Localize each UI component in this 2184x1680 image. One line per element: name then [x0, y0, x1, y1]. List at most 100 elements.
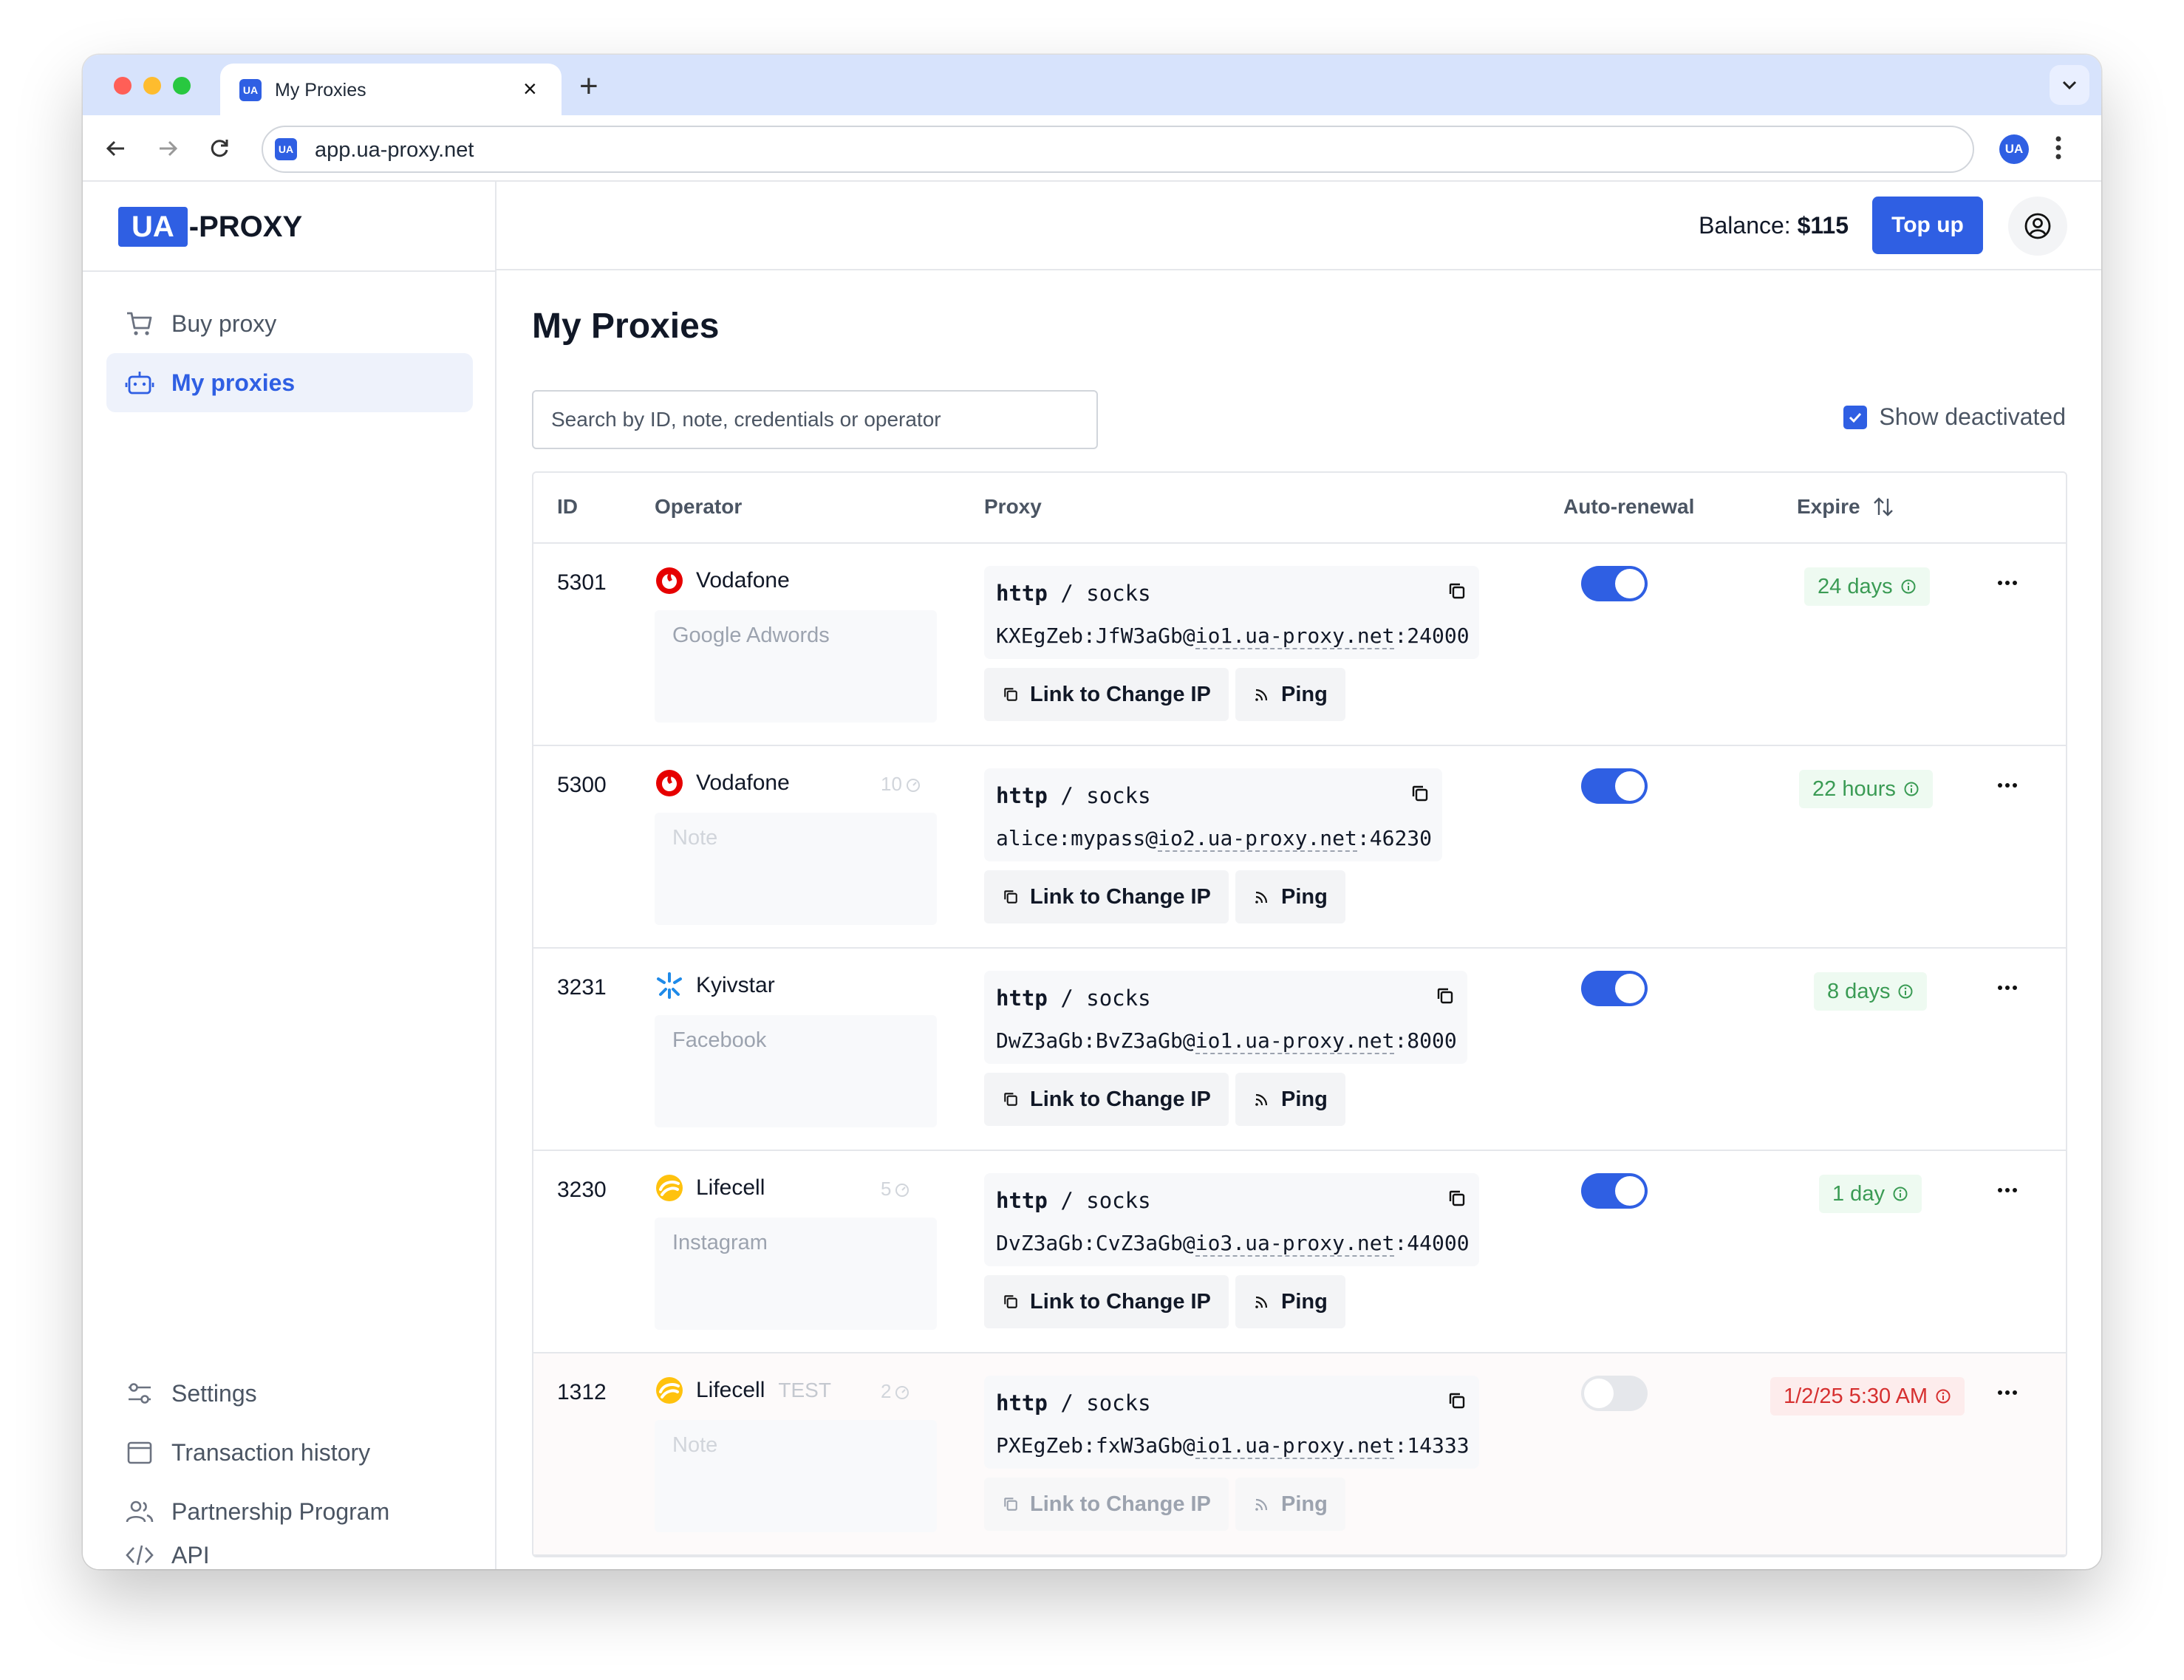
proxies-table: ID Operator Proxy Auto-renewal Expire 53…	[532, 471, 2067, 1557]
change-ip-button[interactable]: Link to Change IP	[984, 870, 1229, 923]
tab-close-icon[interactable]: ×	[523, 75, 537, 103]
sidebar-item-partnership-program[interactable]: Partnership Program	[106, 1482, 473, 1541]
proxy-id: 1312	[557, 1380, 607, 1404]
tab-favicon-icon: UA	[239, 79, 262, 101]
sidebar: UA -PROXY Buy proxy My proxies Settings …	[83, 182, 496, 1569]
logo-ua: UA	[118, 207, 188, 247]
proxy-credentials-box[interactable]: http / socks DvZ3aGb:CvZ3aGb@io3.ua-proxy…	[984, 1173, 1480, 1266]
copy-icon[interactable]	[1447, 1188, 1467, 1212]
url-text[interactable]: app.ua-proxy.net	[315, 138, 474, 163]
ping-label: Ping	[1281, 1492, 1328, 1516]
address-bar[interactable]: UA app.ua-proxy.net	[262, 126, 1974, 173]
row-menu-icon[interactable]	[1996, 1389, 2019, 1396]
sidebar-item-api[interactable]: API	[106, 1541, 473, 1569]
back-icon[interactable]	[99, 132, 133, 165]
brand-logo[interactable]: UA -PROXY	[118, 207, 302, 247]
ping-button[interactable]: Ping	[1235, 1073, 1345, 1126]
search-input[interactable]	[532, 390, 1098, 449]
operator-cell: Kyivstar	[655, 971, 775, 1000]
note-field[interactable]: Facebook	[655, 1015, 937, 1127]
new-tab-icon[interactable]: +	[579, 68, 598, 105]
operator-cell: Lifecell	[655, 1173, 765, 1203]
proxy-credentials-box[interactable]: http / socks DwZ3aGb:BvZ3aGb@io1.ua-proxy…	[984, 971, 1467, 1064]
auto-renewal-toggle[interactable]	[1581, 1173, 1648, 1209]
info-icon[interactable]	[1903, 781, 1919, 797]
column-header-operator: Operator	[655, 495, 743, 518]
row-menu-icon[interactable]	[1996, 984, 2019, 991]
column-header-expire[interactable]: Expire	[1797, 495, 1894, 519]
change-ip-button[interactable]: Link to Change IP	[984, 1478, 1229, 1531]
sidebar-item-settings[interactable]: Settings	[106, 1364, 473, 1423]
rotation-count: 2	[881, 1380, 910, 1403]
maximize-window-button[interactable]	[173, 77, 191, 95]
user-account-icon[interactable]	[2008, 197, 2067, 256]
row-menu-icon[interactable]	[1996, 782, 2019, 789]
ping-button[interactable]: Ping	[1235, 1478, 1345, 1531]
sidebar-item-transaction-history[interactable]: Transaction history	[106, 1423, 473, 1482]
ping-button[interactable]: Ping	[1235, 668, 1345, 721]
note-field[interactable]: Note	[655, 1420, 937, 1532]
logo-rest: -PROXY	[188, 210, 303, 243]
proxy-credentials: DvZ3aGb:CvZ3aGb@io3.ua-proxy.net:44000	[996, 1225, 1470, 1262]
info-icon[interactable]	[1892, 1186, 1908, 1202]
credentials-port: :24000	[1394, 624, 1470, 648]
operator-cell: Lifecell TEST	[655, 1376, 831, 1405]
expire-value: 22 hours	[1812, 776, 1896, 801]
minimize-window-button[interactable]	[143, 77, 161, 95]
proxy-protocol: http / socks	[996, 575, 1467, 612]
info-icon[interactable]	[1897, 983, 1914, 1000]
top-up-button[interactable]: Top up	[1872, 197, 1983, 254]
ping-label: Ping	[1281, 884, 1328, 909]
proxy-credentials-box[interactable]: http / socks PXEgZeb:fxW3aGb@io1.ua-proxy…	[984, 1376, 1480, 1469]
row-menu-icon[interactable]	[1996, 579, 2019, 587]
copy-icon[interactable]	[1447, 1390, 1467, 1414]
change-ip-button[interactable]: Link to Change IP	[984, 1073, 1229, 1126]
note-field[interactable]: Instagram	[655, 1218, 937, 1330]
copy-link-icon	[1002, 888, 1020, 906]
sidebar-item-my-proxies[interactable]: My proxies	[106, 353, 473, 412]
copy-icon[interactable]	[1447, 581, 1467, 604]
show-deactivated-toggle[interactable]: Show deactivated	[1843, 403, 2066, 431]
change-ip-label: Link to Change IP	[1030, 682, 1211, 706]
protocol-http: http	[996, 1390, 1048, 1416]
ping-button[interactable]: Ping	[1235, 870, 1345, 923]
sort-arrows-icon[interactable]	[1872, 496, 1894, 518]
forward-icon[interactable]	[151, 132, 185, 165]
tab-search-chevron-icon[interactable]	[2050, 65, 2089, 105]
auto-renewal-toggle[interactable]	[1581, 971, 1648, 1006]
note-field[interactable]: Note	[655, 813, 937, 925]
sidebar-item-buy-proxy[interactable]: Buy proxy	[106, 294, 473, 353]
rotation-count-value: 2	[881, 1380, 892, 1402]
expire-badge: 22 hours	[1799, 770, 1933, 808]
proxy-credentials: PXEgZeb:fxW3aGb@io1.ua-proxy.net:14333	[996, 1427, 1470, 1464]
copy-icon[interactable]	[1435, 986, 1456, 1009]
info-icon[interactable]	[1900, 578, 1917, 595]
checkbox-checked-icon[interactable]	[1843, 405, 1868, 429]
browser-tab[interactable]: UA My Proxies ×	[220, 64, 562, 115]
reload-icon[interactable]	[202, 132, 236, 165]
credentials-user-pass: alice:mypass@	[996, 826, 1158, 850]
browser-menu-icon[interactable]	[2054, 133, 2063, 166]
balance-value: $115	[1797, 212, 1849, 239]
protocol-socks: socks	[1086, 1390, 1151, 1416]
proxy-protocol: http / socks	[996, 1384, 1467, 1421]
info-icon[interactable]	[1935, 1388, 1951, 1404]
row-menu-icon[interactable]	[1996, 1186, 2019, 1194]
note-field[interactable]: Google Adwords	[655, 610, 937, 723]
protocol-http: http	[996, 783, 1048, 808]
table-row: 1312 Lifecell TEST 2 Note http / socks PXEgZeb…	[533, 1353, 2066, 1556]
change-ip-button[interactable]: Link to Change IP	[984, 668, 1229, 721]
lifecell-logo-icon	[655, 1376, 684, 1405]
balance-display: Balance: $115	[1699, 212, 1849, 239]
auto-renewal-toggle[interactable]	[1581, 1376, 1648, 1411]
proxy-credentials-box[interactable]: http / socks KXEgZeb:JfW3aGb@io1.ua-proxy…	[984, 566, 1480, 659]
auto-renewal-toggle[interactable]	[1581, 768, 1648, 804]
auto-renewal-toggle[interactable]	[1581, 566, 1648, 601]
proxy-credentials-box[interactable]: http / socks alice:mypass@io2.ua-proxy.ne…	[984, 768, 1442, 861]
balance-label: Balance:	[1699, 212, 1791, 239]
profile-avatar[interactable]: UA	[1999, 134, 2029, 164]
close-window-button[interactable]	[114, 77, 132, 95]
copy-icon[interactable]	[1410, 783, 1430, 807]
change-ip-button[interactable]: Link to Change IP	[984, 1275, 1229, 1328]
ping-button[interactable]: Ping	[1235, 1275, 1345, 1328]
